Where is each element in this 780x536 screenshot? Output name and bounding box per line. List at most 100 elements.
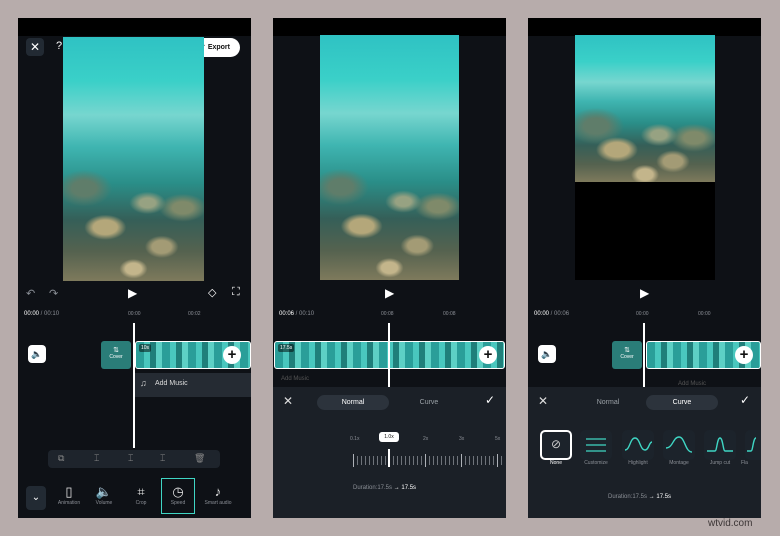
crop-icon: ⌗	[137, 484, 145, 499]
preset-label: Highlight	[628, 460, 648, 466]
duration-readout: Duration:17.5s → 17.5s	[353, 485, 416, 491]
duration-new: 17.5s	[401, 485, 417, 491]
slider-tick	[449, 456, 450, 465]
volume-icon: 🔈	[95, 484, 113, 499]
fullscreen-icon[interactable]: ⛶	[232, 286, 240, 299]
status-bar	[528, 18, 761, 36]
close-icon[interactable]: ✕	[26, 38, 44, 56]
tool-label: Animation	[57, 500, 81, 506]
ruler-mark: 00:00	[636, 311, 649, 317]
tab-normal[interactable]: Normal	[572, 395, 644, 410]
close-icon[interactable]: ✕	[283, 394, 293, 408]
playhead[interactable]	[388, 323, 390, 387]
export-label: Export	[207, 44, 230, 51]
tool-volume[interactable]: 🔈 Volume	[90, 484, 118, 506]
none-icon: ⊘	[551, 437, 562, 451]
ruler-mark: 00:08	[443, 311, 456, 317]
help-icon[interactable]: ?	[56, 40, 62, 52]
tool-smart-audio[interactable]: ♪ Smart audio	[201, 484, 235, 506]
slider-tick	[353, 454, 354, 467]
slider-tick	[393, 456, 394, 465]
add-clip-button[interactable]: +	[479, 346, 497, 364]
slider-tick	[385, 456, 386, 465]
speed-normal-screen: ▶ 00:06 / 00:10 00:08 00:08 17.5s + Add …	[273, 18, 506, 518]
preset-customize[interactable]	[580, 430, 612, 460]
speed-slider[interactable]	[353, 454, 503, 468]
toolbar-collapse-button[interactable]: ⌄	[26, 486, 46, 510]
tool-crop[interactable]: ⌗ Crop	[127, 484, 155, 506]
playhead[interactable]	[133, 323, 135, 448]
video-preview[interactable]	[575, 35, 715, 182]
split-icon[interactable]: ⌶	[94, 453, 99, 464]
play-icon[interactable]: ▶	[640, 286, 649, 300]
add-clip-button[interactable]: +	[223, 346, 241, 364]
speed-mark: 3x	[459, 436, 465, 442]
montage-curve-icon	[665, 436, 693, 453]
speed-mark: 1.0x	[384, 434, 394, 440]
slider-tick	[425, 454, 426, 467]
arrow-icon: →	[648, 494, 655, 500]
slider-tick	[421, 456, 422, 465]
ruler-mark: 00:00	[128, 311, 141, 317]
mute-button[interactable]: 🔈	[28, 345, 46, 363]
tab-curve[interactable]: Curve	[393, 395, 465, 410]
preset-flash[interactable]	[745, 430, 761, 460]
playhead[interactable]	[643, 323, 645, 387]
preset-label: Jump cut	[709, 460, 731, 466]
confirm-icon[interactable]: ✓	[485, 393, 495, 407]
time-total: 00:06	[554, 311, 570, 317]
customize-icon	[586, 438, 606, 452]
replace-icon[interactable]: ⌶	[160, 453, 165, 464]
play-icon[interactable]: ▶	[385, 286, 394, 300]
speed-mark: 0.1x	[350, 436, 360, 442]
preset-label: None	[550, 460, 562, 466]
watermark: wtvid.com	[708, 518, 753, 529]
slider-tick	[369, 456, 370, 465]
tool-animation[interactable]: ▯ Animation	[55, 484, 83, 506]
video-preview[interactable]	[63, 37, 204, 281]
delete-icon[interactable]: 🗑	[194, 453, 205, 464]
close-icon[interactable]: ✕	[538, 394, 548, 408]
preset-label: Montage	[669, 460, 689, 466]
preset-none[interactable]: ⊘	[540, 430, 572, 460]
slider-tick	[397, 456, 398, 465]
preset-highlight[interactable]	[622, 430, 654, 460]
speed-slider-thumb[interactable]	[388, 449, 390, 467]
speed-mark: 5x	[495, 436, 501, 442]
mute-button[interactable]: 🔈	[538, 345, 556, 363]
trim-icon[interactable]: ⌶	[128, 453, 133, 464]
confirm-icon[interactable]: ✓	[740, 393, 750, 407]
slider-tick	[361, 456, 362, 465]
time-readout: 00:06 / 00:10	[279, 311, 315, 317]
redo-icon[interactable]: ↷	[49, 287, 58, 300]
preset-jump-cut[interactable]	[704, 430, 736, 460]
slider-tick	[409, 456, 410, 465]
cover-thumb[interactable]: ⇅ Cover	[612, 341, 642, 369]
tab-normal[interactable]: Normal	[317, 395, 389, 410]
clip-duration-badge: 10s	[139, 344, 152, 352]
duration-label: Duration:17.5s	[353, 485, 393, 491]
time-readout: 00:00 / 00:10	[24, 311, 60, 317]
speed-icon: ◷	[172, 484, 184, 499]
time-current: 00:00	[534, 311, 550, 317]
keyframe-icon[interactable]: ◇	[208, 286, 216, 299]
play-icon[interactable]: ▶	[128, 286, 137, 300]
slider-tick	[469, 456, 470, 465]
preset-montage[interactable]	[663, 430, 695, 460]
undo-icon[interactable]: ↶	[26, 287, 35, 300]
slider-tick	[497, 454, 498, 467]
tab-curve[interactable]: Curve	[646, 395, 718, 410]
ruler-mark: 00:08	[381, 311, 394, 317]
cover-label: Cover	[109, 354, 123, 360]
slider-tick	[453, 456, 454, 465]
preset-label: Fla	[741, 460, 748, 466]
time-total: 00:10	[44, 311, 60, 317]
copy-icon[interactable]: ⧉	[58, 453, 64, 464]
add-music-track[interactable]: ♫ Add Music	[135, 373, 251, 397]
cover-thumb[interactable]: ⇅ Cover	[101, 341, 131, 369]
clip-actions-bar: ⧉ ⌶ ⌶ ⌶ 🗑	[48, 450, 220, 468]
tool-speed[interactable]: ◷ Speed	[161, 478, 195, 514]
video-preview[interactable]	[320, 35, 459, 280]
jump-cut-curve-icon	[707, 437, 733, 452]
add-clip-button[interactable]: +	[735, 346, 753, 364]
